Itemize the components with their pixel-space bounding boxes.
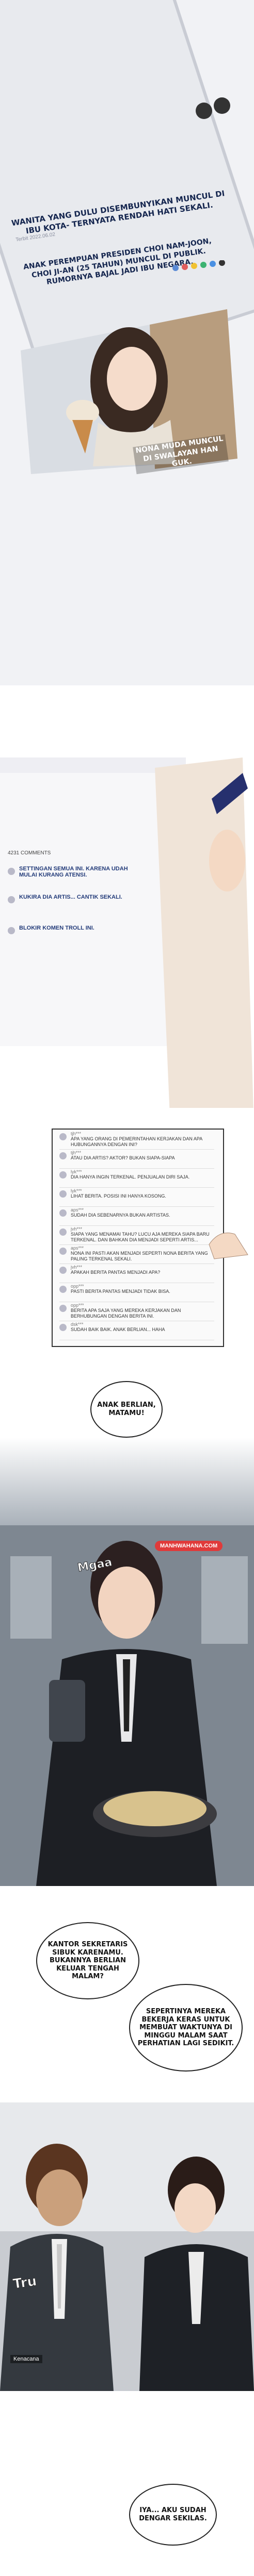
comment-text: KUKIRA DIA ARTIS... CANTIK SEKALI. — [19, 894, 122, 900]
comment-text: DIA HANYA INGIN TERKENAL. PENJUALAN DIRI… — [71, 1174, 190, 1180]
comment-text: APAKAH BERITA PANTAS MENJADI APA? — [71, 1270, 161, 1275]
comment-row: opp*** BERITA APA SAJA YANG MEREKA KERJAK… — [59, 1303, 214, 1321]
comment-row: dsk*** SUDAH BAIK BAIK. ANAK BERLIAN... H… — [59, 1322, 214, 1340]
speech-bubble: KANTOR SEKRETARIS SIBUK KARENAMU. BUKANN… — [36, 1922, 139, 1999]
avatar — [59, 1190, 67, 1198]
sound-effect: Tru — [12, 2273, 38, 2293]
comment-text: APA YANG ORANG DI PEMERINTAHAN KERJAKAN … — [71, 1136, 202, 1147]
comment-item: SETTINGAN SEMUA INI. KARENA UDAH MULAI K… — [8, 866, 147, 878]
speech-bubble: ANAK BERLIAN, MATAMU! — [90, 1381, 163, 1438]
avatar — [59, 1228, 67, 1236]
avatar — [8, 868, 15, 875]
avatar — [59, 1133, 67, 1140]
avatar — [59, 1152, 67, 1159]
comment-row: lyk*** LIHAT BERITA. POSISI INI HANYA KOS… — [59, 1188, 214, 1207]
comment-row: tjh*** ATAU DIA ARTIS? AKTOR? BUKAN SIAPA… — [59, 1150, 214, 1169]
office-background — [0, 1525, 254, 1886]
comment-text: BERITA APA SAJA YANG MEREKA KERJAKAN DAN… — [71, 1308, 181, 1319]
comment-row: aps*** NONA INI PASTI AKAN MENJADI SEPERT… — [59, 1245, 214, 1264]
comment-row: jvh*** APAKAH BERITA PANTAS MENJADI APA? — [59, 1265, 214, 1283]
avatar — [59, 1209, 67, 1217]
comment-body: dsk*** SUDAH BAIK BAIK. ANAK BERLIAN... H… — [71, 1322, 165, 1333]
comment-text: NONA INI PASTI AKAN MENJADI SEPERTI NONA… — [71, 1251, 208, 1261]
comment-body: lyk*** DIA HANYA INGIN TERKENAL. PENJUALA… — [71, 1169, 189, 1180]
comment-username: tjh*** — [71, 1150, 82, 1155]
comment-body: lyk*** LIHAT BERITA. POSISI INI HANYA KOS… — [71, 1188, 166, 1199]
comment-username: lyk*** — [71, 1169, 82, 1174]
comment-text: LIHAT BERITA. POSISI INI HANYA KOSONG. — [71, 1193, 166, 1199]
comment-text: SUDAH BAIK BAIK. ANAK BERLIAN... HAHA — [71, 1327, 165, 1332]
two-men-panel: KANTOR SEKRETARIS SIBUK KARENAMU. BUKANN… — [0, 1886, 254, 2576]
comment-body: jvh*** SIAPA YANG MENAMAI TAHU? LUCU AJA … — [71, 1226, 214, 1243]
comment-username: aps*** — [71, 1245, 84, 1251]
comment-username: lyk*** — [71, 1188, 82, 1193]
comment-text: ATAU DIA ARTIS? AKTOR? BUKAN SIAPA-SIAPA — [71, 1155, 175, 1160]
avatar — [59, 1248, 67, 1255]
share-icons — [172, 260, 225, 271]
speech-bubble: SEPERTINYA MEREKA BEKERJA KERAS UNTUK ME… — [129, 1984, 243, 2072]
comment-item: BLOKIR KOMEN TROLL INI. — [8, 925, 147, 934]
comment-username: jvh*** — [71, 1265, 83, 1270]
avatar — [59, 1171, 67, 1178]
comment-username: jvh*** — [71, 1226, 83, 1232]
comment-row: jvh*** SIAPA YANG MENAMAI TAHU? LUCU AJA … — [59, 1226, 214, 1245]
comment-body: opp*** BERITA APA SAJA YANG MEREKA KERJAK… — [71, 1303, 214, 1319]
comment-row: lyk*** DIA HANYA INGIN TERKENAL. PENJUALA… — [59, 1169, 214, 1188]
news-panel: WANITA YANG DULU DISEMBUNYIKAN MUNCUL DI… — [0, 0, 254, 685]
comment-text: BLOKIR KOMEN TROLL INI. — [19, 925, 94, 931]
comment-row: tjh*** APA YANG ORANG DI PEMERINTAHAN KER… — [59, 1131, 214, 1150]
avatar — [59, 1286, 67, 1293]
comment-username: opp*** — [71, 1284, 84, 1289]
comment-row: aps*** SUDAH DIA SEBENARNYA BUKAN ARTISTA… — [59, 1207, 214, 1226]
avatar — [8, 896, 15, 903]
avatar — [8, 927, 15, 934]
comment-row: opp*** PASTI BERITA PANTAS MENJADI TIDAK … — [59, 1284, 214, 1302]
man-on-phone-panel: ANAK BERLIAN, MATAMU! MANHWAHANA.COM Mga… — [0, 1371, 254, 1886]
comment-text: PASTI BERITA PANTAS MENJADI TIDAK BISA. — [71, 1289, 170, 1294]
avatar — [59, 1267, 67, 1274]
avatar — [59, 1324, 67, 1331]
credit-label: Kenacana — [10, 2355, 42, 2363]
comment-body: tjh*** APA YANG ORANG DI PEMERINTAHAN KER… — [71, 1131, 214, 1148]
speech-bubble: IYA... AKU SUDAH DENGAR SEKILAS. — [129, 2484, 217, 2546]
comment-username: aps*** — [71, 1207, 84, 1213]
phone-screen-bg — [0, 757, 254, 1129]
comment-text: SUDAH DIA SEBENARNYA BUKAN ARTISTAS. — [71, 1213, 170, 1218]
comment-count: 4231 COMMENTS — [8, 850, 51, 856]
comment-username: tjh*** — [71, 1131, 82, 1136]
comment-body: opp*** PASTI BERITA PANTAS MENJADI TIDAK … — [71, 1284, 170, 1294]
hand-thumb — [209, 1233, 248, 1259]
comment-body: aps*** NONA INI PASTI AKAN MENJADI SEPERT… — [71, 1245, 214, 1262]
comment-username: opp*** — [71, 1303, 84, 1308]
comment-item: KUKIRA DIA ARTIS... CANTIK SEKALI. — [8, 894, 147, 903]
comments-panel-2: tjh*** APA YANG ORANG DI PEMERINTAHAN KER… — [0, 1108, 254, 1366]
avatar — [59, 1305, 67, 1312]
two-men-scene — [0, 2102, 254, 2391]
comment-text: SIAPA YANG MENAMAI TAHU? LUCU AJA MEREKA… — [71, 1232, 210, 1242]
comment-body: tjh*** ATAU DIA ARTIS? AKTOR? BUKAN SIAPA… — [71, 1150, 175, 1161]
comment-text: SETTINGAN SEMUA INI. KARENA UDAH MULAI K… — [19, 866, 128, 878]
comment-body: jvh*** APAKAH BERITA PANTAS MENJADI APA? — [71, 1265, 160, 1275]
watermark: MANHWAHANA.COM — [155, 1541, 223, 1551]
comment-body: aps*** SUDAH DIA SEBENARNYA BUKAN ARTISTA… — [71, 1207, 170, 1218]
comment-username: dsk*** — [71, 1322, 84, 1327]
